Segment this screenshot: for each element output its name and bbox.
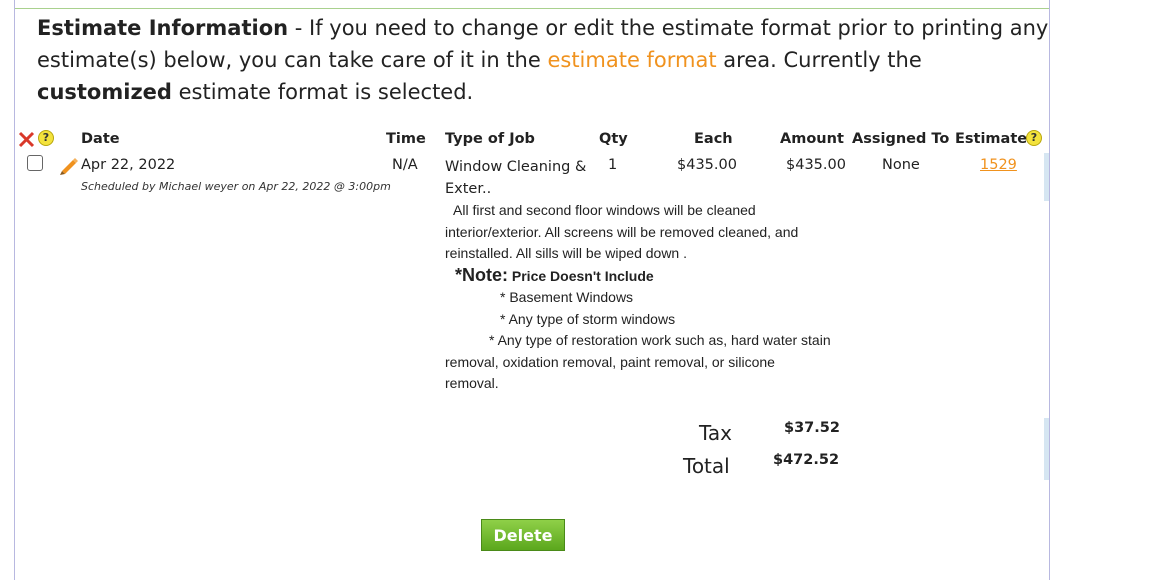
total-value: $472.52 (773, 452, 840, 468)
price-note: *Note: Price Doesn't Include (455, 264, 654, 285)
job-description: Window Cleaning & Exter.. All first and … (445, 157, 855, 395)
header-type-of-job: Type of Job (445, 131, 535, 147)
header-estimate: Estimate (955, 131, 1028, 147)
header-amount: Amount (780, 131, 844, 147)
tax-value: $37.52 (784, 420, 840, 436)
header-each: Each (694, 131, 733, 147)
header-assigned-to: Assigned To (852, 131, 950, 147)
header-qty: Qty (599, 131, 628, 147)
scrollbar-segment[interactable] (1044, 153, 1049, 201)
red-x-icon[interactable] (18, 130, 36, 148)
scrollbar-segment[interactable] (1044, 418, 1049, 480)
row-time: N/A (392, 157, 418, 173)
row-scheduled-info: Scheduled by Michael weyer on Apr 22, 20… (81, 180, 391, 193)
help-icon[interactable]: ? (1026, 130, 1042, 146)
estimate-number-link[interactable]: 1529 (980, 157, 1017, 173)
help-icon[interactable]: ? (38, 130, 54, 146)
description-line: removal, oxidation removal, paint remova… (445, 353, 775, 370)
header-time: Time (386, 131, 426, 147)
job-title-line: Exter.. (445, 180, 492, 197)
tax-label: Tax (699, 421, 732, 445)
description-line: interior/exterior. All screens will be r… (445, 223, 799, 240)
row-select-checkbox[interactable] (27, 155, 43, 171)
description-line: reinstalled. All sills will be wiped dow… (445, 245, 687, 261)
excluded-item: * Basement Windows (500, 289, 634, 305)
header-date: Date (81, 131, 120, 147)
row-date: Apr 22, 2022 (81, 157, 176, 173)
total-label: Total (683, 454, 730, 478)
excluded-item: * Any type of restoration work such as, … (489, 332, 831, 348)
pencil-icon[interactable] (58, 155, 80, 175)
row-assigned-to: None (882, 157, 920, 173)
description-line: All first and second floor windows will … (453, 202, 756, 218)
estimate-format-link[interactable]: estimate format (547, 48, 716, 72)
description-line: removal. (445, 375, 499, 391)
section-title: Estimate Information (37, 16, 289, 40)
excluded-item: * Any type of storm windows (500, 310, 676, 327)
estimate-information-text: Estimate Information - If you need to ch… (37, 16, 1049, 104)
job-title-line: Window Cleaning & (445, 159, 587, 175)
delete-button[interactable]: Delete (481, 519, 565, 551)
